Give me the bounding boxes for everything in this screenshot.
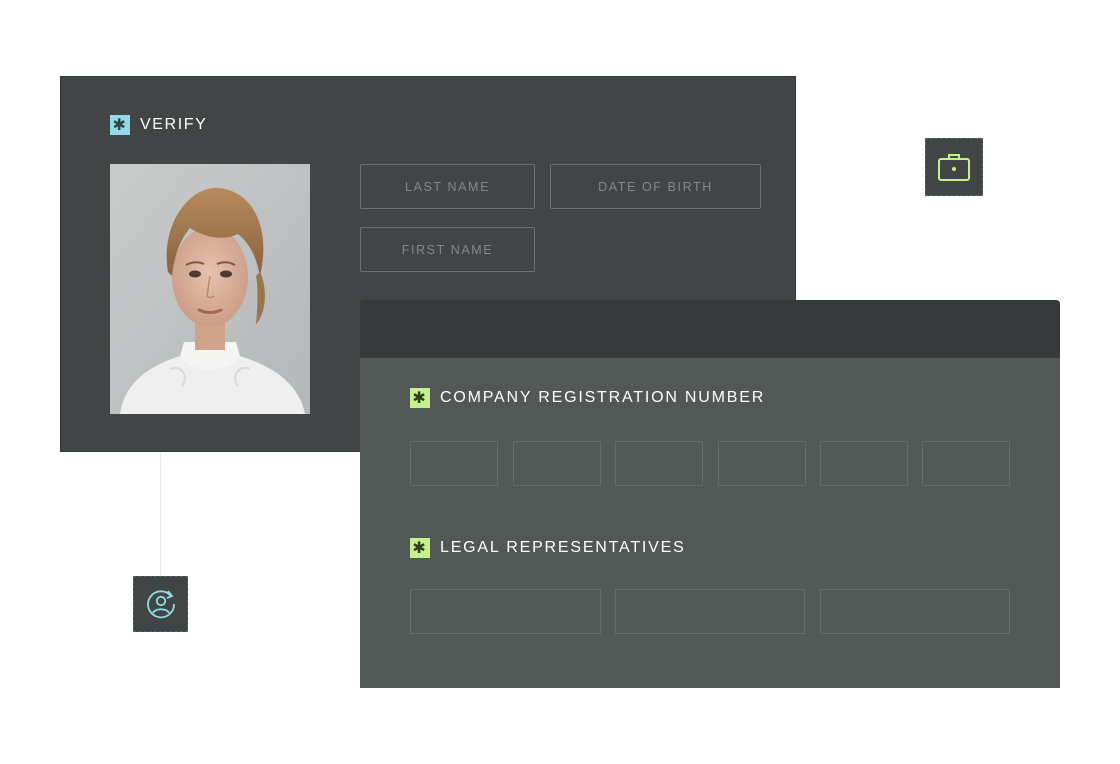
representatives-heading-label: LEGAL REPRESENTATIVES (440, 539, 686, 556)
registration-digit-box[interactable] (922, 441, 1010, 486)
registration-digit-box[interactable] (820, 441, 908, 486)
registration-digit-box[interactable] (718, 441, 806, 486)
verify-heading-label: VERIFY (140, 116, 208, 133)
representative-field[interactable] (820, 589, 1010, 634)
representative-field[interactable] (410, 589, 601, 634)
company-card-header (360, 300, 1060, 358)
briefcase-tile (925, 138, 983, 196)
connector-line (160, 452, 161, 576)
verify-heading: ✱ VERIFY (110, 115, 207, 135)
registration-heading-label: COMPANY REGISTRATION NUMBER (440, 389, 766, 406)
registration-digit-box[interactable] (410, 441, 498, 486)
representatives-heading: ✱ LEGAL REPRESENTATIVES (410, 538, 686, 558)
last-name-field[interactable]: LAST NAME (360, 164, 535, 209)
id-photo (110, 164, 310, 414)
asterisk-icon: ✱ (410, 388, 430, 408)
representative-field[interactable] (615, 589, 805, 634)
company-card: ✱ COMPANY REGISTRATION NUMBER ✱ LEGAL RE… (360, 300, 1060, 688)
asterisk-icon: ✱ (410, 538, 430, 558)
registration-heading: ✱ COMPANY REGISTRATION NUMBER (410, 388, 765, 408)
first-name-field[interactable]: FIRST NAME (360, 227, 535, 272)
user-refresh-icon (146, 590, 175, 619)
asterisk-icon: ✱ (110, 115, 130, 135)
briefcase-icon (938, 154, 970, 181)
date-of-birth-field[interactable]: DATE OF BIRTH (550, 164, 761, 209)
user-refresh-tile (133, 576, 188, 632)
registration-digit-box[interactable] (615, 441, 703, 486)
registration-digit-box[interactable] (513, 441, 601, 486)
